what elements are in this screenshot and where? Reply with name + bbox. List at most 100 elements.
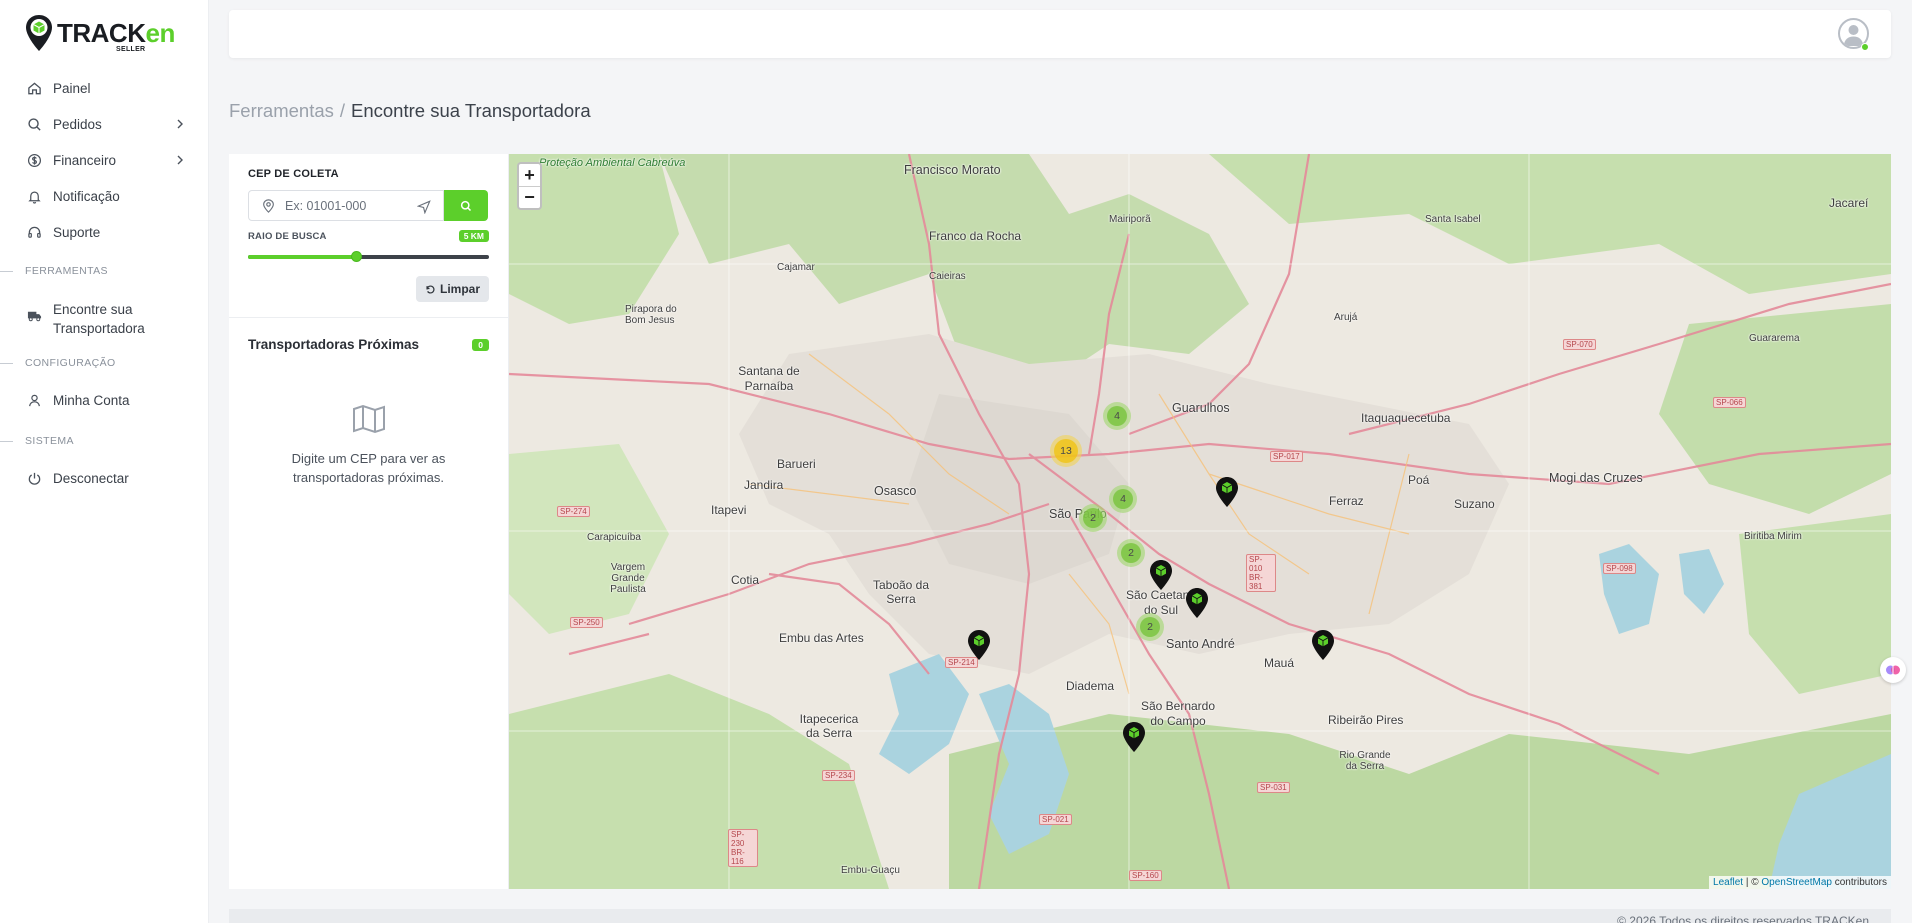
place-label: Caieiras xyxy=(929,271,966,282)
section-title-ferramentas: FERRAMENTAS xyxy=(0,260,209,282)
place-label: Cotia xyxy=(731,573,760,587)
place-label: Mogi das Cruzes xyxy=(1549,471,1643,485)
top-bar xyxy=(229,10,1891,58)
place-label: Itapecerica da Serra xyxy=(799,712,859,740)
road-shield: SP-017 xyxy=(1270,451,1303,462)
map-attribution: Leaflet | © OpenStreetMap contributors xyxy=(1709,876,1891,889)
nearby-carriers-title: Transportadoras Próximas xyxy=(248,337,420,352)
map-icon xyxy=(352,404,385,434)
place-label: Ribeirão Pires xyxy=(1328,713,1404,727)
place-label: Santa Isabel xyxy=(1425,214,1481,225)
leaflet-link[interactable]: Leaflet xyxy=(1713,877,1743,888)
radius-label: RAIO DE BUSCA xyxy=(248,230,327,242)
search-form: CEP DE COLETA RAIO DE BUSCA 5 KM Limpar xyxy=(229,154,508,318)
sidebar-item-suporte[interactable]: Suporte xyxy=(0,214,209,250)
place-label: Suzano xyxy=(1454,497,1495,511)
sidebar-item-label: Financeiro xyxy=(53,152,117,168)
map-cluster[interactable]: 2 xyxy=(1136,613,1164,641)
zoom-control: + − xyxy=(517,162,542,210)
sidebar-item-minha-conta[interactable]: Minha Conta xyxy=(0,382,209,418)
place-label: Mairiporã xyxy=(1109,214,1151,225)
logo-pin-icon xyxy=(26,15,52,51)
carrier-pin-icon[interactable] xyxy=(1214,476,1240,508)
place-label: Taboão da Serra xyxy=(872,578,930,606)
sidebar-item-label: Desconectar xyxy=(53,470,129,486)
sidebar-item-financeiro[interactable]: Financeiro xyxy=(0,142,209,178)
breadcrumb-parent[interactable]: Ferramentas xyxy=(229,100,334,121)
radius-slider-fill xyxy=(248,255,357,259)
road-shield: SP-010 BR-381 xyxy=(1246,554,1276,592)
brand-logo[interactable]: TRACKen xyxy=(25,14,175,52)
place-label: Mauá xyxy=(1264,656,1295,670)
road-shield: SP-230 BR-116 xyxy=(728,829,758,867)
empty-state-message: Digite um CEP para ver as transportadora… xyxy=(291,451,446,485)
place-label: Poá xyxy=(1408,473,1430,487)
osm-link[interactable]: OpenStreetMap xyxy=(1761,877,1832,888)
sidebar-item-painel[interactable]: Painel xyxy=(0,70,209,106)
clear-button[interactable]: Limpar xyxy=(415,276,489,302)
online-status-dot xyxy=(1861,43,1869,51)
search-panel: CEP DE COLETA RAIO DE BUSCA 5 KM Limpar … xyxy=(229,154,509,889)
sidebar-item-encontre-transportadora[interactable]: Encontre sua Transportadora xyxy=(0,292,209,340)
locate-me-icon[interactable] xyxy=(417,200,431,214)
map-cluster[interactable]: 2 xyxy=(1079,504,1107,532)
radius-slider-thumb[interactable] xyxy=(350,251,362,262)
zoom-out-button[interactable]: − xyxy=(519,186,540,208)
map-pin-icon xyxy=(263,198,274,213)
cep-label: CEP DE COLETA xyxy=(248,168,339,180)
page-title: Encontre sua Transportadora xyxy=(351,100,591,121)
carrier-pin-icon[interactable] xyxy=(966,629,992,661)
road-shield: SP-274 xyxy=(557,506,590,517)
place-label: Biritiba Mirim xyxy=(1744,531,1802,542)
map-cluster[interactable]: 2 xyxy=(1117,539,1145,567)
place-label: Carapicuíba xyxy=(587,532,641,543)
sidebar-item-label: Pedidos xyxy=(53,116,102,132)
road-shield: SP-021 xyxy=(1039,814,1072,825)
sidebar-item-desconectar[interactable]: Desconectar xyxy=(0,460,209,496)
sidebar-nav: Painel Pedidos Financeiro Notificação Su… xyxy=(0,70,209,496)
cep-input[interactable] xyxy=(285,198,405,213)
power-icon xyxy=(27,471,42,486)
road-shield: SP-066 xyxy=(1713,397,1746,408)
road-shield: SP-160 xyxy=(1129,870,1162,881)
bell-icon xyxy=(27,189,42,204)
road-shield: SP-070 xyxy=(1563,339,1596,350)
zoom-in-button[interactable]: + xyxy=(519,164,540,186)
radius-value-badge: 5 KM xyxy=(458,230,489,242)
search-icon xyxy=(27,117,42,132)
carrier-pin-icon[interactable] xyxy=(1148,559,1174,591)
empty-state: Digite um CEP para ver as transportadora… xyxy=(229,404,508,487)
chevron-right-icon xyxy=(177,155,183,165)
carrier-pin-icon[interactable] xyxy=(1184,587,1210,619)
place-label: Santana de Parnaíba xyxy=(738,364,800,393)
radius-slider[interactable] xyxy=(248,251,489,262)
place-label: Cajamar xyxy=(777,262,815,273)
breadcrumb-separator: / xyxy=(339,100,346,121)
carriers-count-badge: 0 xyxy=(472,338,489,351)
floating-widget-button[interactable] xyxy=(1880,657,1906,683)
road-shield: SP-031 xyxy=(1257,782,1290,793)
place-label: Ferraz xyxy=(1329,494,1364,508)
search-button[interactable] xyxy=(444,190,488,221)
place-label: Diadema xyxy=(1066,679,1115,693)
sidebar-item-notificacao[interactable]: Notificação xyxy=(0,178,209,214)
place-label: Guarulhos xyxy=(1172,401,1230,415)
sidebar-item-label: Minha Conta xyxy=(53,392,130,408)
place-label: Itaquaquecetuba xyxy=(1361,411,1451,425)
breadcrumb: Ferramentas / Encontre sua Transportadora xyxy=(229,100,591,122)
brand-name: TRACKen xyxy=(57,18,175,48)
footer: © 2026 Todos os direitos reservados TRAC… xyxy=(229,909,1891,923)
sidebar-item-pedidos[interactable]: Pedidos xyxy=(0,106,209,142)
place-label: Guararema xyxy=(1749,333,1800,344)
place-label: Jandira xyxy=(744,478,784,492)
clear-button-label: Limpar xyxy=(439,282,480,296)
carrier-pin-icon[interactable] xyxy=(1121,721,1147,753)
place-label: Francisco Morato xyxy=(904,163,1001,177)
carrier-pin-icon[interactable] xyxy=(1310,629,1336,661)
carrier-map[interactable]: Proteção Ambiental Cabreúva Francisco Mo… xyxy=(509,154,1891,889)
headset-icon xyxy=(27,225,42,240)
map-cluster[interactable]: 4 xyxy=(1109,485,1137,513)
map-cluster[interactable]: 4 xyxy=(1103,402,1131,430)
map-cluster[interactable]: 13 xyxy=(1050,435,1082,467)
user-icon xyxy=(27,393,42,408)
